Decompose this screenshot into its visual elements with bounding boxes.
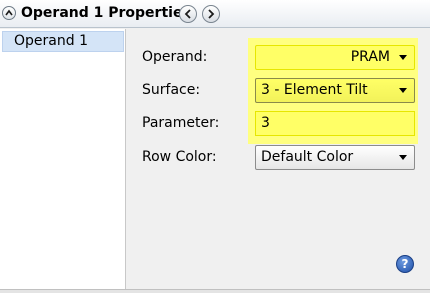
- surface-label: Surface:: [142, 82, 201, 98]
- operand-list: Operand 1: [0, 29, 126, 289]
- next-operand-button[interactable]: [202, 5, 220, 23]
- parameter-label: Parameter:: [142, 115, 220, 131]
- bottom-border: [0, 289, 430, 293]
- surface-dropdown[interactable]: 3 - Element Tilt: [255, 78, 415, 103]
- dropdown-arrow-icon: [399, 55, 407, 60]
- list-item-operand-1[interactable]: Operand 1: [2, 31, 124, 52]
- dropdown-arrow-icon: [399, 155, 407, 160]
- window-title: Operand 1 Properties: [21, 5, 191, 21]
- operand-value: PRAM: [350, 49, 390, 65]
- row-color-value: Default Color: [261, 149, 354, 165]
- operand-label: Operand:: [142, 49, 208, 65]
- properties-title-bar: Operand 1 Properties: [0, 0, 430, 28]
- help-icon[interactable]: ?: [396, 255, 414, 273]
- chevron-right-icon: [208, 9, 215, 19]
- dropdown-arrow-icon: [399, 88, 407, 93]
- chevron-left-icon: [184, 9, 191, 19]
- operand-dropdown[interactable]: PRAM: [255, 45, 415, 70]
- collapse-icon[interactable]: [2, 6, 16, 20]
- row-color-label: Row Color:: [142, 149, 217, 165]
- row-color-dropdown[interactable]: Default Color: [255, 145, 415, 170]
- parameter-input[interactable]: 3: [255, 111, 415, 136]
- previous-operand-button[interactable]: [179, 5, 197, 23]
- surface-value: 3 - Element Tilt: [261, 82, 368, 98]
